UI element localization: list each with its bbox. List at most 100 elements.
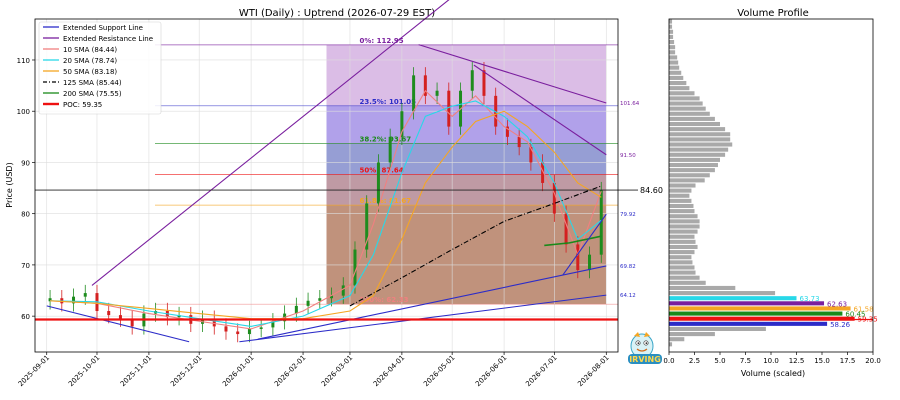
x-tick-label: 15.0 — [814, 357, 830, 365]
legend: Extended Support Line Extended Resistance… — [38, 21, 162, 115]
y-tick-label: 100 — [17, 108, 30, 116]
volume-bar — [669, 337, 685, 342]
volume-bar — [669, 147, 729, 152]
main-plot-area: 0%: 112.9523.5%: 101.0538.2%: 93.6750%: … — [17, 0, 663, 388]
volume-bar — [669, 80, 687, 86]
volume-bar — [669, 306, 851, 311]
volume-bar — [669, 265, 695, 270]
candle-body — [447, 90, 451, 127]
candle-body — [318, 298, 322, 301]
volume-bar — [669, 168, 715, 173]
volume-bar — [669, 152, 726, 157]
volume-bar — [669, 296, 797, 301]
volume-bar — [669, 326, 766, 331]
volume-bar — [669, 255, 692, 260]
right-price-label: 69.82 — [620, 264, 636, 270]
volume-bar — [669, 75, 684, 80]
legend-label: Extended Support Line — [63, 24, 143, 32]
volume-bar — [669, 24, 673, 29]
volume-bar — [669, 316, 855, 321]
svg-text:IRVING: IRVING — [629, 355, 661, 364]
volume-bar — [669, 183, 696, 188]
x-tick-label: 2026-08-01 — [576, 354, 610, 388]
x-tick-label: 2.5 — [689, 357, 700, 365]
volume-bar — [669, 127, 726, 132]
volume-bar — [669, 234, 695, 239]
volume-bar — [669, 214, 698, 219]
legend-label: 20 SMA (78.74) — [63, 57, 117, 65]
fib-level-label: 38.2%: 93.67 — [360, 136, 412, 144]
x-tick-label: 2026-01-01 — [221, 354, 255, 388]
legend-label: Extended Resistance Line — [63, 35, 153, 43]
volume-bar — [669, 291, 776, 296]
legend-label: 125 SMA (85.44) — [63, 79, 122, 87]
volume-profile-xlabel: Volume (scaled) — [741, 369, 805, 378]
volume-bar — [669, 321, 828, 326]
x-tick-label: 7.5 — [740, 357, 751, 365]
candle-body — [552, 182, 556, 214]
candle-body — [259, 327, 263, 329]
volume-bar — [669, 193, 690, 198]
fib-band — [326, 44, 607, 106]
x-tick-label: 10.0 — [763, 357, 779, 365]
candle-body — [353, 249, 357, 286]
x-tick-label: 0.0 — [663, 357, 674, 365]
volume-bar — [669, 311, 843, 316]
volume-bar — [669, 70, 682, 75]
volume-bar — [669, 250, 695, 255]
x-tick-label: 2025-12-01 — [169, 354, 203, 388]
volume-bar — [669, 40, 675, 45]
volume-bar-label: 58.26 — [830, 321, 851, 329]
volume-bar — [669, 219, 700, 224]
current-price-label: 84.60 — [640, 186, 663, 195]
volume-bar — [669, 244, 698, 250]
x-tick-label: 5.0 — [714, 357, 725, 365]
x-tick-label: 2026-06-01 — [474, 354, 508, 388]
x-tick-label: 2025-10-01 — [67, 354, 101, 388]
y-tick-label: 110 — [17, 57, 30, 65]
x-tick-label: 2026-02-01 — [273, 354, 307, 388]
legend-label: 200 SMA (75.55) — [63, 90, 122, 98]
volume-bar-label: 63.73 — [800, 295, 820, 303]
volume-bar — [669, 111, 710, 116]
right-price-label: 64.12 — [620, 293, 636, 299]
x-tick-label: 2025-09-01 — [17, 354, 51, 388]
fib-level-label: 23.5%: 101.05 — [360, 98, 417, 106]
candle-body — [482, 70, 486, 96]
candle-body — [412, 75, 416, 112]
chart-canvas: WTI (Daily) : Uptrend (2026-07-29 EST) P… — [5, 0, 881, 388]
volume-bar — [669, 142, 733, 147]
legend-label: 10 SMA (84.44) — [63, 46, 117, 54]
candle-body — [107, 311, 111, 316]
candle-body — [224, 326, 228, 332]
x-tick-label: 2026-07-01 — [524, 354, 558, 388]
candle-body — [470, 70, 474, 91]
volume-bar — [669, 137, 731, 142]
candle-body — [306, 300, 310, 306]
volume-bar — [669, 285, 736, 291]
volume-bar — [669, 19, 673, 24]
y-tick-label: 80 — [21, 211, 30, 219]
volume-bar — [669, 332, 715, 337]
x-tick-label: 2025-11-01 — [119, 354, 153, 388]
volume-bar — [669, 270, 696, 275]
volume-profile-plot-area: 63.7362.6361.5860.4559.3558.260.0 2.5 5.0 7… — [663, 18, 881, 365]
volume-bar — [669, 280, 706, 285]
volume-bar — [669, 29, 674, 34]
candle-body — [341, 285, 345, 296]
y-tick-label: 60 — [21, 313, 30, 321]
right-price-label: 101.64 — [620, 101, 640, 107]
x-tick-label: 12.5 — [789, 357, 805, 365]
legend-label: 50 SMA (83.18) — [63, 68, 117, 76]
main-chart-title: WTI (Daily) : Uptrend (2026-07-29 EST) — [239, 8, 435, 19]
volume-bar — [669, 121, 720, 127]
candle-body — [435, 90, 439, 96]
volume-profile-title: Volume Profile — [737, 8, 808, 19]
volume-bar — [669, 157, 720, 162]
volume-bar-label: 62.63 — [827, 300, 847, 308]
volume-bar — [669, 96, 700, 101]
volume-bar — [669, 101, 703, 106]
x-tick-label: 17.5 — [840, 357, 856, 365]
volume-bar — [669, 198, 692, 203]
volume-bar — [669, 224, 700, 229]
